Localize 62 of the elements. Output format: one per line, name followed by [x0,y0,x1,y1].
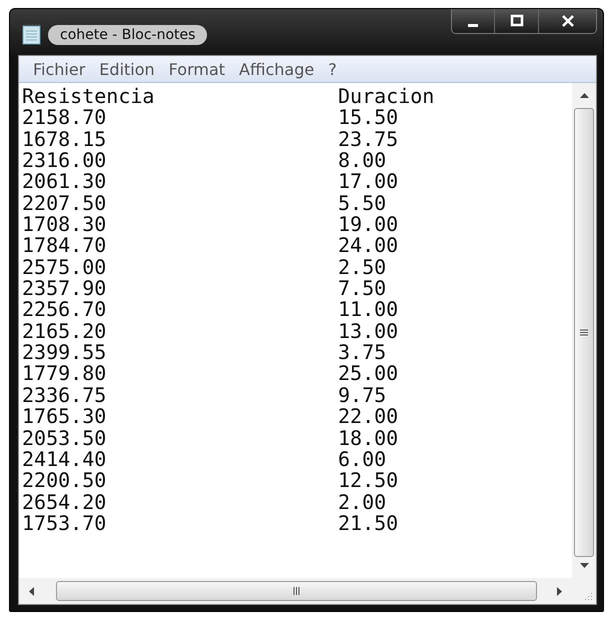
text-line: 9.75 [338,384,386,406]
minimize-icon [468,24,478,26]
text-line: 3.75 [338,342,386,364]
scroll-down-icon[interactable] [580,563,588,568]
text-line: 19.00 [338,214,398,236]
vertical-scrollbar[interactable] [572,83,596,578]
text-line: 8.00 [338,150,386,172]
close-button[interactable] [538,9,596,33]
menu-item[interactable]: Edition [92,60,162,78]
text-line: 2158.70 [22,107,108,129]
text-line: 2336.75 [22,384,108,406]
text-line: 1784.70 [22,235,108,257]
text-line: 1678.15 [22,128,108,150]
text-line: 2207.50 [22,192,108,214]
maximize-icon [510,14,524,28]
text-line: 21.50 [338,512,398,534]
text-line: Duracion [338,86,434,108]
scroll-right-icon[interactable] [557,586,562,596]
text-line: 2399.55 [22,342,108,364]
text-line: 11.00 [338,299,398,321]
text-line: 1753.70 [22,512,108,534]
text-line: 1708.30 [22,214,108,236]
text-line: 2053.50 [22,428,108,449]
text-line: 5.50 [338,192,386,214]
minimize-button[interactable] [452,9,494,33]
menu-item[interactable]: ? [321,60,344,78]
text-line: 2357.90 [22,278,108,300]
text-line: 17.00 [338,171,398,193]
maximize-button[interactable] [494,9,538,33]
scroll-left-icon[interactable] [29,586,34,596]
text-line: 1779.80 [22,363,108,385]
text-line: 6.00 [338,448,386,470]
text-line: 2316.00 [22,150,108,172]
text-line: 25.00 [338,363,398,385]
text-line: 1765.30 [22,406,108,428]
text-line: 2165.20 [22,320,108,342]
notepad-icon [22,23,42,45]
text-line: 2200.50 [22,470,108,492]
text-line: 15.50 [338,107,398,129]
text-line: 24.00 [338,235,398,257]
text-line: 12.50 [338,470,398,492]
scroll-up-icon[interactable] [580,93,588,98]
text-line: 2.50 [338,256,386,278]
text-line: 13.00 [338,320,398,342]
text-line: 2256.70 [22,299,108,321]
text-line: 2654.20 [22,492,108,513]
text-line: 7.50 [338,278,386,300]
text-line: 18.00 [338,428,398,449]
text-line: 2.00 [338,492,386,513]
text-line: 2061.30 [22,171,108,193]
menu-item[interactable]: Format [162,60,232,78]
text-line: 2575.00 [22,256,108,278]
window-title: cohete - Bloc-notes [48,25,208,45]
close-icon [560,14,574,28]
text-line: 22.00 [338,406,398,428]
scroll-thumb[interactable] [574,108,594,557]
menu-item[interactable]: Fichier [26,60,92,78]
text-line: Resistencia [22,86,156,108]
text-line: 23.75 [338,128,398,150]
text-line: 2414.40 [22,448,108,470]
menu-item[interactable]: Affichage [232,60,322,78]
scroll-thumb[interactable] [56,581,537,601]
